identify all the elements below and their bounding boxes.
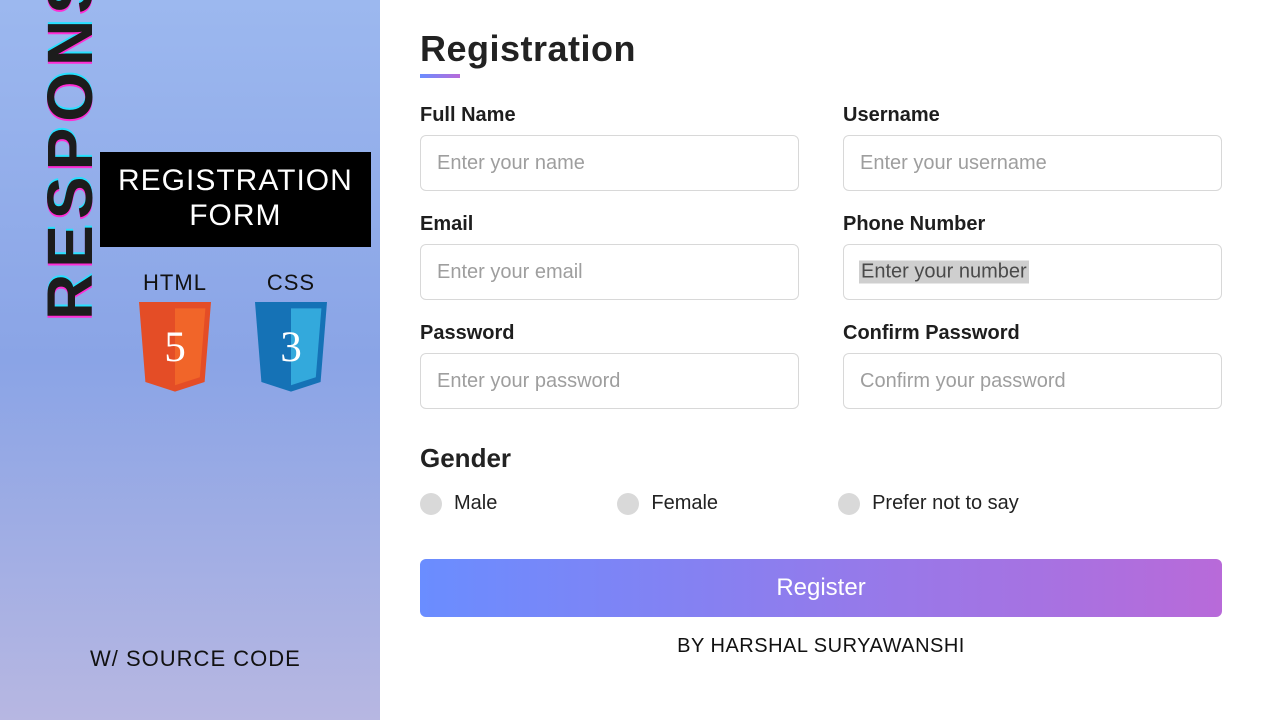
label-password: Password [420, 322, 799, 345]
label-username: Username [843, 104, 1222, 127]
svg-text:5: 5 [164, 324, 186, 371]
field-password: Password [420, 322, 799, 409]
input-full-name[interactable] [420, 135, 799, 191]
gender-title: Gender [420, 443, 1222, 474]
title-underline [420, 74, 460, 78]
css-label: CSS [251, 270, 331, 296]
svg-text:3: 3 [280, 324, 302, 371]
label-full-name: Full Name [420, 104, 799, 127]
input-username[interactable] [843, 135, 1222, 191]
radio-male[interactable]: Male [420, 492, 497, 515]
field-email: Email [420, 213, 799, 300]
title-badge: REGISTRATION FORM [100, 152, 371, 247]
label-phone: Phone Number [843, 213, 1222, 236]
gender-options: Male Female Prefer not to say [420, 492, 1222, 515]
html5-icon: 5 [135, 302, 215, 394]
input-email[interactable] [420, 244, 799, 300]
badge-line1: REGISTRATION [118, 164, 353, 199]
source-code-text: W/ SOURCE CODE [90, 646, 301, 672]
register-button[interactable]: Register [420, 559, 1222, 617]
field-full-name: Full Name [420, 104, 799, 191]
field-username: Username [843, 104, 1222, 191]
fields-grid: Full Name Username Email Phone Number En… [420, 104, 1222, 409]
radio-male-label: Male [454, 492, 497, 515]
promo-panel: RESPONSIVE REGISTRATION FORM HTML 5 CSS … [0, 0, 380, 720]
label-confirm-password: Confirm Password [843, 322, 1222, 345]
page-title: Registration [420, 28, 1222, 70]
field-confirm-password: Confirm Password [843, 322, 1222, 409]
html-label: HTML [135, 270, 215, 296]
radio-female[interactable]: Female [617, 492, 718, 515]
form-panel: Registration Full Name Username Email Ph… [380, 0, 1280, 720]
input-confirm-password[interactable] [843, 353, 1222, 409]
input-phone[interactable] [843, 244, 1222, 300]
css3-icon: 3 [251, 302, 331, 394]
input-password[interactable] [420, 353, 799, 409]
radio-dot-icon [420, 493, 442, 515]
responsive-text: RESPONSIVE [33, 0, 107, 320]
label-email: Email [420, 213, 799, 236]
radio-dot-icon [838, 493, 860, 515]
radio-dot-icon [617, 493, 639, 515]
radio-female-label: Female [651, 492, 718, 515]
badge-line2: FORM [118, 199, 353, 234]
radio-prefer-not[interactable]: Prefer not to say [838, 492, 1019, 515]
field-phone: Phone Number Enter your number [843, 213, 1222, 300]
byline: BY HARSHAL SURYAWANSHI [420, 635, 1222, 658]
tech-logos: HTML 5 CSS 3 [135, 270, 331, 394]
css-logo: CSS 3 [251, 270, 331, 394]
html-logo: HTML 5 [135, 270, 215, 394]
radio-prefer-not-label: Prefer not to say [872, 492, 1019, 515]
